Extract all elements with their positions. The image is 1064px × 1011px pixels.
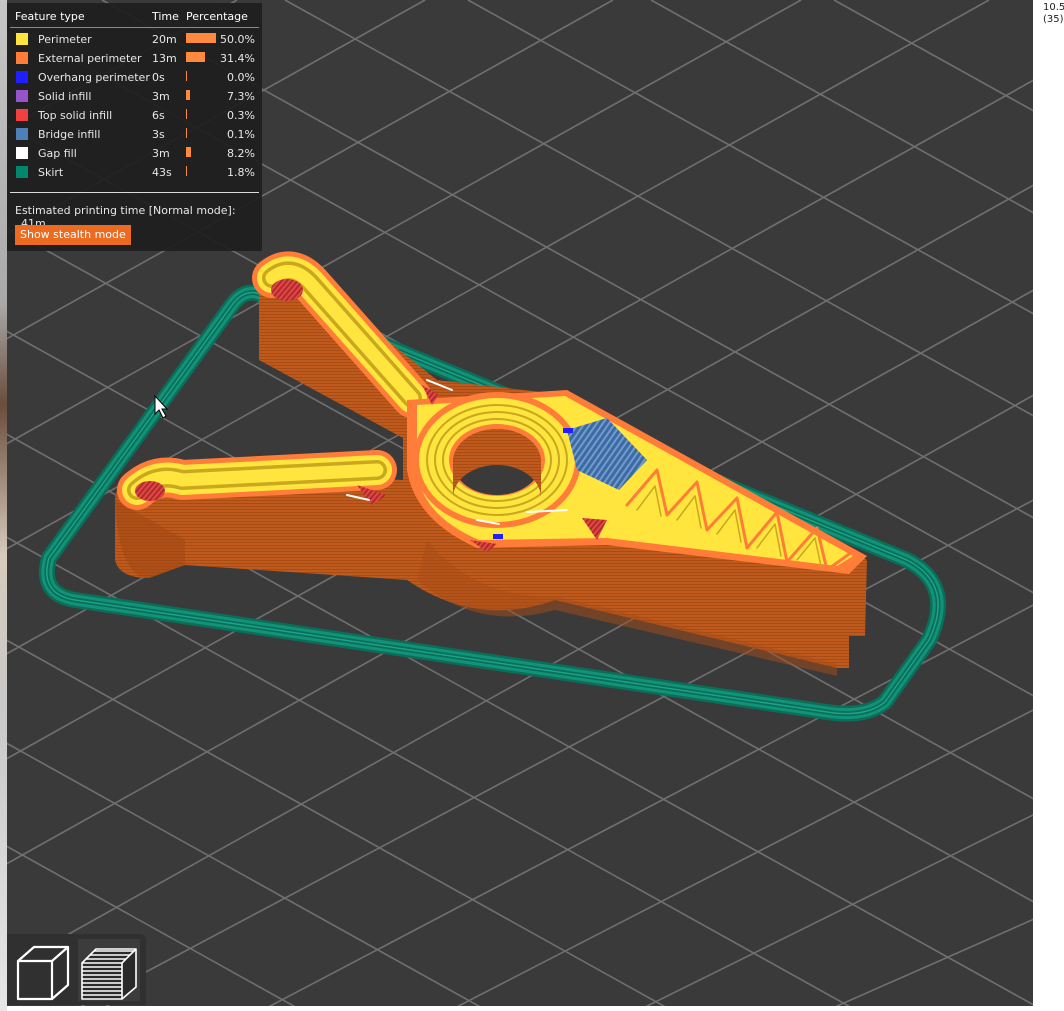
legend-percentage: 8.2% [227,147,255,160]
legend-percentage: 0.0% [227,71,255,84]
preview-layers-button[interactable] [78,939,140,1001]
legend-percentage-bar [186,71,187,81]
legend-swatch [16,33,28,45]
legend-row: Gap fill 3m 8.2% [7,144,262,163]
legend-swatch [16,128,28,140]
legend-time: 3m [152,90,170,103]
legend-swatch [16,90,28,102]
adjacent-window-strip [0,0,7,1011]
legend-row: Solid infill 3m 7.3% [7,87,262,106]
header-divider [10,27,259,28]
feature-type-header: Feature type [15,10,85,23]
cube-icon [16,945,70,1001]
percentage-header: Percentage [186,10,248,23]
side-readout: 10.5 (35) [1043,2,1064,25]
legend-percentage-bar [186,166,187,176]
show-stealth-mode-button[interactable]: Show stealth mode [15,225,131,245]
legend-percentage: 50.0% [220,33,255,46]
legend-time: 3s [152,128,165,141]
legend-separator [10,192,259,193]
legend-label: Skirt [38,166,64,179]
estimated-time-label: Estimated printing time [Normal mode]: [15,204,236,217]
legend-percentage: 31.4% [220,52,255,65]
legend-row: External perimeter 13m 31.4% [7,49,262,68]
legend-percentage: 7.3% [227,90,255,103]
time-header: Time [152,10,179,23]
legend-time: 3m [152,147,170,160]
legend-label: Gap fill [38,147,77,160]
legend-percentage-bar [186,109,187,119]
legend-time: 43s [152,166,172,179]
legend-label: Top solid infill [38,109,113,122]
layers-icon [81,948,137,1000]
legend-row: Overhang perimeter 0s 0.0% [7,68,262,87]
legend-swatch [16,52,28,64]
legend-swatch [16,166,28,178]
legend-row: Bridge infill 3s 0.1% [7,125,262,144]
legend-label: Overhang perimeter [38,71,150,84]
legend-percentage-bar [186,128,187,138]
legend-percentage-bar [186,147,191,157]
legend-row: Top solid infill 6s 0.3% [7,106,262,125]
legend-row: Skirt 43s 1.8% [7,163,262,182]
legend-label: Bridge infill [38,128,101,141]
legend-time: 0s [152,71,165,84]
legend-time: 13m [152,52,177,65]
view-toolbar [7,934,146,1005]
legend-swatch [16,147,28,159]
3d-view-button[interactable] [12,939,74,1001]
legend-row: Perimeter 20m 50.0% [7,30,262,49]
legend-percentage: 0.3% [227,109,255,122]
legend-swatch [16,109,28,121]
legend-percentage: 1.8% [227,166,255,179]
legend-time: 20m [152,33,177,46]
legend-panel: Feature type Time Percentage Perimeter 20… [7,3,262,251]
legend-percentage-bar [186,52,205,62]
legend-label: External perimeter [38,52,142,65]
legend-percentage-bar [186,33,216,43]
legend-label: Solid infill [38,90,92,103]
legend-percentage-bar [186,90,190,100]
legend-label: Perimeter [38,33,92,46]
legend-time: 6s [152,109,165,122]
legend-swatch [16,71,28,83]
legend-percentage: 0.1% [227,128,255,141]
